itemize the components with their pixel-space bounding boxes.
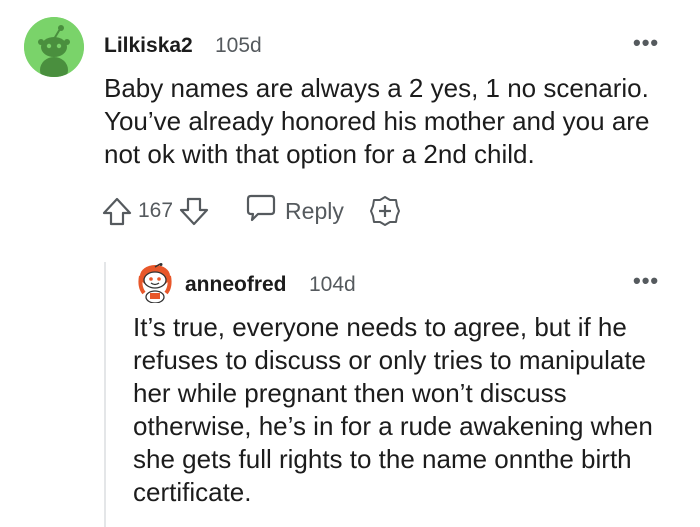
comment-timestamp: 104d <box>309 273 356 296</box>
more-options-icon[interactable]: ••• <box>633 268 659 294</box>
reply-button[interactable]: Reply <box>245 193 344 229</box>
comment-timestamp: 105d <box>215 34 262 57</box>
comment-author[interactable]: anneofred <box>185 273 287 297</box>
award-icon[interactable] <box>368 194 402 228</box>
speech-bubble-icon <box>245 193 277 229</box>
comment-action-bar: 167 Reply <box>100 193 402 229</box>
more-options-icon[interactable]: ••• <box>633 30 659 56</box>
avatar[interactable] <box>24 17 84 77</box>
comment-author[interactable]: Lilkiska2 <box>104 34 193 58</box>
thread-line[interactable] <box>104 262 106 527</box>
snoo-avatar-icon <box>24 17 84 77</box>
avatar[interactable] <box>136 263 174 304</box>
downvote-icon[interactable] <box>177 194 211 228</box>
vote-count: 167 <box>138 199 174 222</box>
reply-label: Reply <box>285 197 344 224</box>
upvote-icon[interactable] <box>100 194 134 228</box>
comment-body: It’s true, everyone needs to agree, but … <box>133 312 653 507</box>
snoo-avatar-icon <box>138 263 172 304</box>
comment-body: Baby names are always a 2 yes, 1 no scen… <box>104 73 650 169</box>
